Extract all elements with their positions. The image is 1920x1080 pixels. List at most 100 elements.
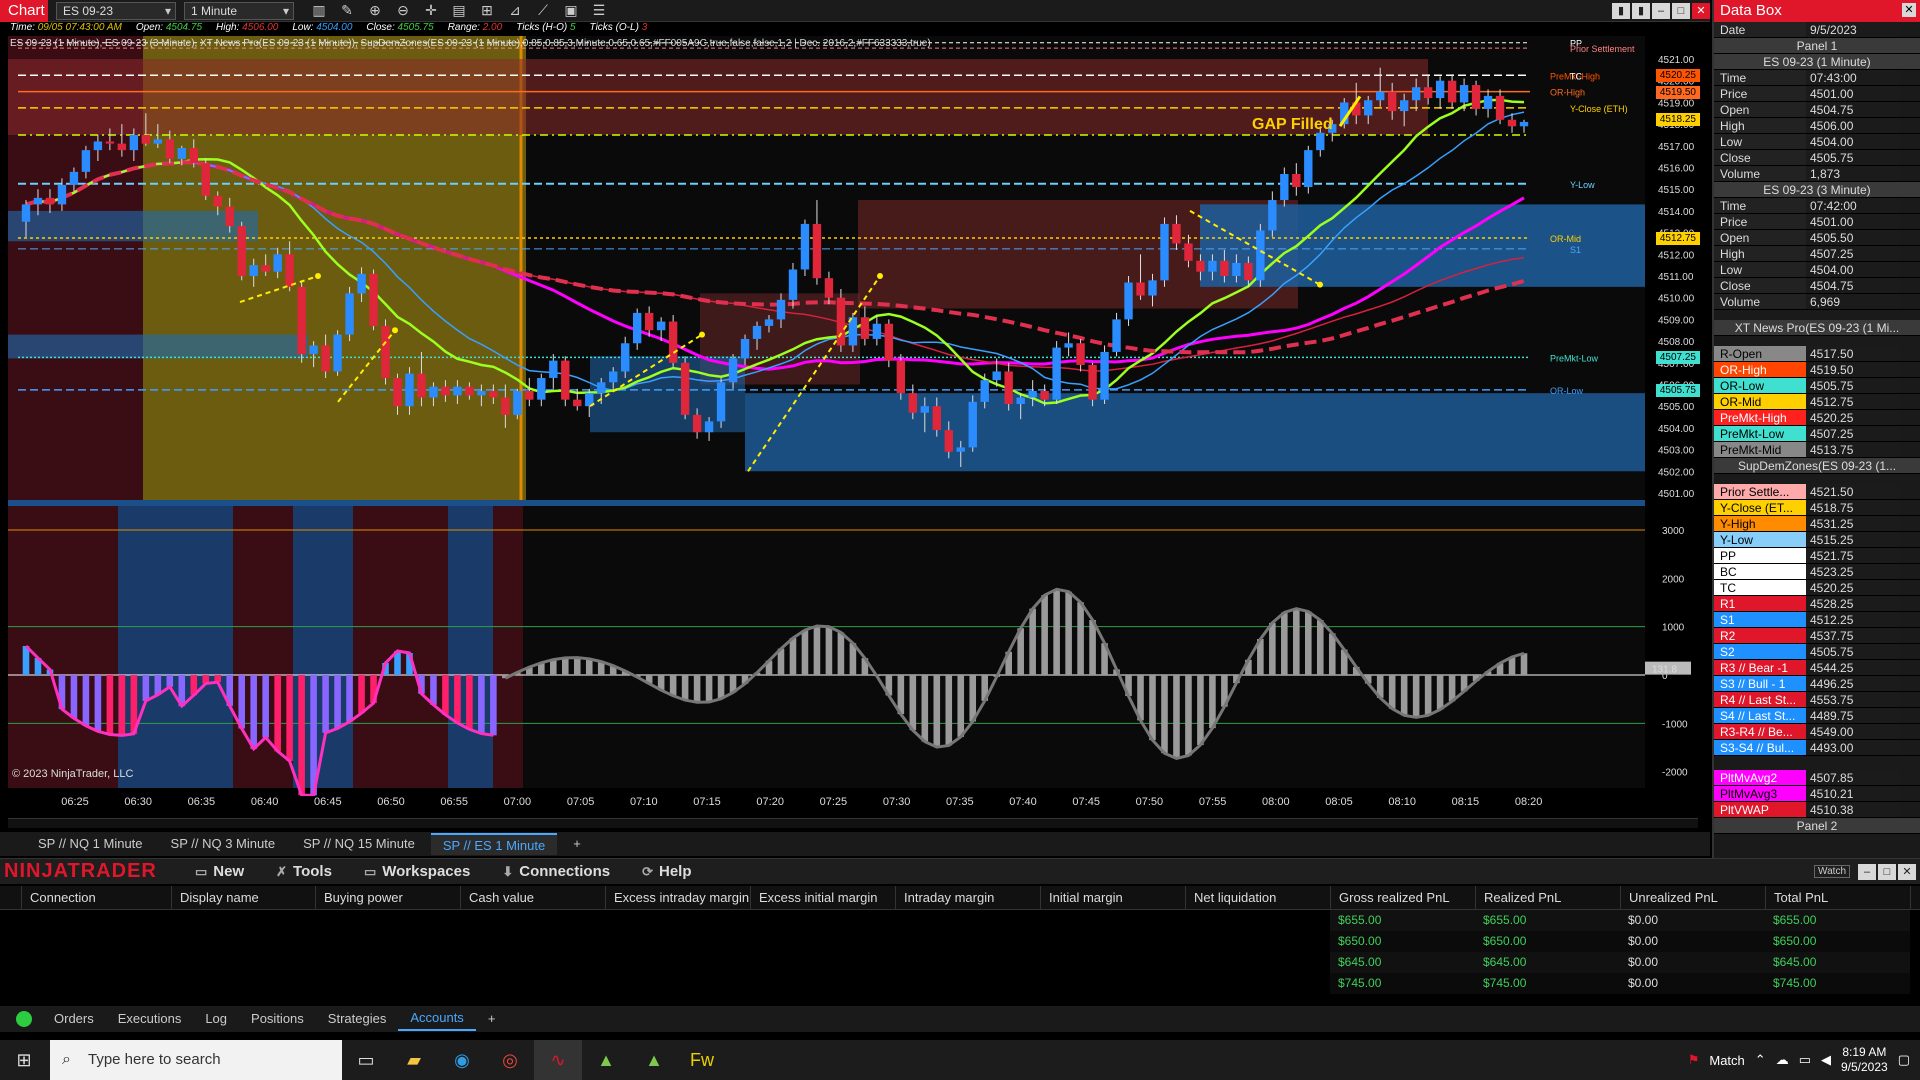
crosshair-icon[interactable]: ✛ xyxy=(420,2,442,19)
candle-body[interactable] xyxy=(105,141,115,144)
tab-accounts[interactable]: Accounts xyxy=(398,1007,476,1031)
chart-tab[interactable]: SP // NQ 3 Minute xyxy=(159,833,288,855)
candle-body[interactable] xyxy=(1124,282,1133,320)
candle-body[interactable] xyxy=(1172,223,1181,244)
zoom-in-icon[interactable]: ⊕ xyxy=(364,2,386,19)
candle-body[interactable] xyxy=(429,386,438,398)
candle-body[interactable] xyxy=(201,163,210,196)
candle-body[interactable] xyxy=(1136,282,1145,296)
candle-body[interactable] xyxy=(357,273,366,294)
candle-body[interactable] xyxy=(692,414,702,433)
candle-body[interactable] xyxy=(309,345,318,355)
candle-body[interactable] xyxy=(1052,347,1061,400)
price-chart[interactable]: 4521.004520.004519.004518.004517.004516.… xyxy=(0,36,1710,796)
candle-body[interactable] xyxy=(908,393,918,413)
candle-body[interactable] xyxy=(1040,391,1049,400)
candle-body[interactable] xyxy=(69,171,79,185)
candle-body[interactable] xyxy=(896,360,906,394)
account-row[interactable]: $645.00 $645.00 $0.00 $645.00 xyxy=(0,952,1920,973)
properties-icon[interactable]: ▤ xyxy=(448,2,470,19)
candle-body[interactable] xyxy=(1435,80,1445,99)
candle-body[interactable] xyxy=(1459,85,1469,103)
candle-body[interactable] xyxy=(1220,260,1229,276)
candle-body[interactable] xyxy=(1376,91,1385,101)
minimize-icon[interactable]: – xyxy=(1858,863,1876,880)
chevron-up-icon[interactable]: ⌃ xyxy=(1755,1052,1766,1068)
candle-body[interactable] xyxy=(237,226,246,276)
candle-body[interactable] xyxy=(992,371,1001,381)
bars-icon[interactable]: ▥ xyxy=(308,2,330,19)
candle-body[interactable] xyxy=(549,360,558,378)
candle-body[interactable] xyxy=(824,278,834,298)
strategies-icon[interactable]: ⊿ xyxy=(504,2,526,19)
candle-body[interactable] xyxy=(405,373,414,407)
candle-body[interactable] xyxy=(812,223,822,279)
candle-body[interactable] xyxy=(1495,95,1505,120)
candle-body[interactable] xyxy=(956,447,965,452)
candle-body[interactable] xyxy=(1292,174,1301,188)
maximize-icon[interactable]: □ xyxy=(1878,863,1896,880)
task-view-icon[interactable]: ▭ xyxy=(342,1040,390,1080)
candle-body[interactable] xyxy=(153,139,163,144)
candle-body[interactable] xyxy=(872,323,882,339)
taskbar-search-input[interactable]: ⌕ Type here to search xyxy=(50,1040,342,1080)
column-header[interactable]: Connection xyxy=(22,886,172,909)
account-row[interactable]: $650.00 $650.00 $0.00 $650.00 xyxy=(0,931,1920,952)
account-row[interactable]: $745.00 $745.00 $0.00 $745.00 xyxy=(0,973,1920,994)
candle-body[interactable] xyxy=(800,223,810,270)
menu-tools[interactable]: ✗ Tools xyxy=(276,863,332,880)
candle-body[interactable] xyxy=(1387,91,1397,112)
candle-body[interactable] xyxy=(836,297,846,346)
candle-body[interactable] xyxy=(573,399,582,407)
candle-body[interactable] xyxy=(225,206,234,227)
candle-body[interactable] xyxy=(381,325,390,378)
column-header[interactable]: Buying power xyxy=(316,886,461,909)
candle-body[interactable] xyxy=(704,421,714,433)
ninjatrader-taskbar-icon[interactable]: ∿ xyxy=(534,1040,582,1080)
column-header[interactable]: Gross realized PnL xyxy=(1331,886,1476,909)
candle-body[interactable] xyxy=(1088,364,1097,400)
column-header[interactable]: Cash value xyxy=(461,886,606,909)
candle-body[interactable] xyxy=(968,401,977,448)
candle-body[interactable] xyxy=(788,269,798,300)
candle-body[interactable] xyxy=(776,299,786,320)
candle-body[interactable] xyxy=(21,204,31,222)
candle-body[interactable] xyxy=(1304,150,1313,188)
candle-body[interactable] xyxy=(93,141,103,151)
interval-selector[interactable]: 1 Minute xyxy=(184,1,294,20)
candle-body[interactable] xyxy=(249,265,258,276)
candle-body[interactable] xyxy=(441,386,450,396)
candle-body[interactable] xyxy=(1076,343,1085,365)
candle-body[interactable] xyxy=(1028,391,1037,398)
volume-icon[interactable]: ◀ xyxy=(1821,1052,1831,1068)
tab-strategies[interactable]: Strategies xyxy=(316,1008,399,1030)
candle-body[interactable] xyxy=(489,391,498,398)
candle-body[interactable] xyxy=(1423,87,1433,99)
column-header[interactable]: Initial margin xyxy=(1041,886,1186,909)
draw-pencil-icon[interactable]: ✎ xyxy=(336,2,358,19)
candle-body[interactable] xyxy=(716,382,726,422)
candle-body[interactable] xyxy=(1447,80,1457,103)
menu-help[interactable]: ⟳ Help xyxy=(642,863,691,880)
candle-body[interactable] xyxy=(1016,397,1025,405)
candle-body[interactable] xyxy=(1364,100,1373,116)
candle-body[interactable] xyxy=(884,323,894,361)
tile-icon[interactable]: ▮ xyxy=(1612,2,1630,19)
tab-orders[interactable]: Orders xyxy=(42,1008,106,1030)
candle-body[interactable] xyxy=(1471,85,1481,109)
candle-body[interactable] xyxy=(165,139,174,159)
candle-body[interactable] xyxy=(141,134,151,144)
candle-body[interactable] xyxy=(1112,319,1121,352)
instrument-selector[interactable]: ES 09-23 xyxy=(56,1,176,20)
candle-body[interactable] xyxy=(1519,121,1529,127)
candle-body[interactable] xyxy=(417,373,426,398)
chrome-browser-icon[interactable]: ◎ xyxy=(486,1040,534,1080)
match-label[interactable]: Match xyxy=(1709,1053,1744,1068)
file-explorer-icon[interactable]: ▰ xyxy=(390,1040,438,1080)
candle-body[interactable] xyxy=(1507,119,1517,127)
windows-start-icon[interactable]: ⊞ xyxy=(0,1040,48,1080)
network-icon[interactable]: ▭ xyxy=(1799,1052,1811,1068)
chart-scrollbar[interactable] xyxy=(8,818,1698,828)
candle-body[interactable] xyxy=(1399,100,1409,112)
close-icon[interactable]: ✕ xyxy=(1902,3,1916,17)
